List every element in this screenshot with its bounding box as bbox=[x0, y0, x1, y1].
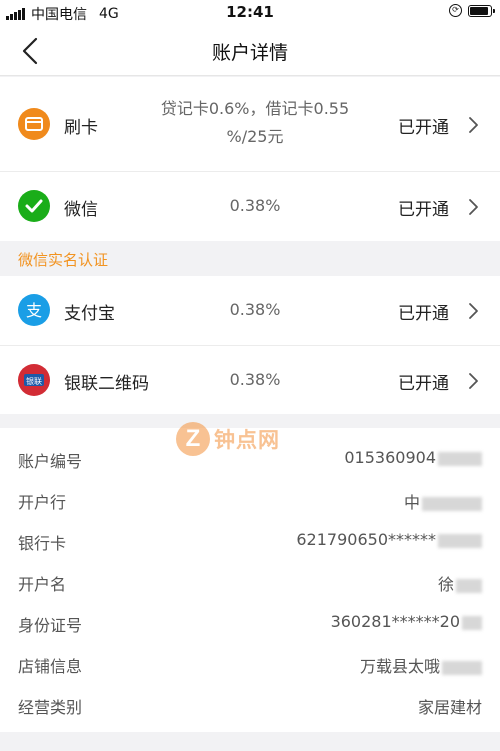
payment-status: 已开通 bbox=[398, 200, 449, 220]
payment-rate: 0.38% bbox=[229, 370, 281, 389]
info-row-account-name: 开户名 徐 bbox=[0, 561, 500, 602]
redacted-mask bbox=[438, 533, 482, 548]
redacted-mask bbox=[442, 660, 482, 675]
chevron-right-icon bbox=[469, 303, 478, 319]
alipay-icon: 支 bbox=[18, 294, 50, 326]
nav-bar: 账户详情 bbox=[0, 26, 500, 76]
payment-row-card[interactable]: 刷卡 贷记卡0.6%，借记卡0.55 %/25元 已开通 bbox=[0, 77, 500, 171]
payment-rate: 0.38% bbox=[229, 196, 281, 215]
rotation-lock-icon: ⟳ bbox=[449, 4, 462, 17]
payment-row-unionpay[interactable]: 银联 银联二维码 0.38% 已开通 bbox=[0, 346, 500, 414]
payment-name: 银联二维码 bbox=[64, 374, 149, 394]
redacted-mask bbox=[462, 615, 482, 630]
unionpay-icon: 银联 bbox=[18, 364, 50, 396]
payment-name: 支付宝 bbox=[64, 304, 115, 324]
page-title: 账户详情 bbox=[211, 42, 288, 64]
info-row-id-number: 身份证号 360281******20 bbox=[0, 602, 500, 643]
battery-icon bbox=[468, 4, 495, 17]
info-row-business-type: 经营类别 家居建材 bbox=[18, 698, 482, 717]
payment-status: 已开通 bbox=[398, 374, 449, 394]
payment-rate: 贷记卡0.6%，借记卡0.55 %/25元 bbox=[160, 99, 350, 146]
payment-name: 微信 bbox=[64, 200, 98, 220]
card-icon bbox=[18, 108, 50, 140]
payment-rate: 0.38% bbox=[229, 300, 281, 319]
svg-text:支: 支 bbox=[26, 301, 42, 320]
payment-status: 已开通 bbox=[398, 304, 449, 324]
section-header-wechat-verify[interactable]: 微信实名认证 bbox=[0, 241, 500, 276]
payment-row-wechat[interactable]: 微信 0.38% 已开通 bbox=[0, 172, 500, 241]
status-bar: 中国电信 4G 12:41 ⟳ bbox=[0, 0, 500, 26]
info-row-store: 店铺信息 万载县太哦 bbox=[0, 643, 500, 684]
account-info-panel: 账户编号 015360904 开户行 中 银行卡 621790650******… bbox=[0, 428, 500, 732]
clock: 12:41 bbox=[226, 3, 274, 21]
watermark-text: 钟点网 bbox=[214, 428, 280, 452]
chevron-right-icon bbox=[469, 199, 478, 215]
payment-row-alipay[interactable]: 支 支付宝 0.38% 已开通 bbox=[0, 276, 500, 345]
redacted-mask bbox=[422, 496, 482, 511]
watermark-mark: Z bbox=[176, 422, 210, 456]
payment-name: 刷卡 bbox=[64, 118, 98, 138]
info-row-bank: 开户行 中 bbox=[0, 479, 500, 520]
info-row-bank-card: 银行卡 621790650****** bbox=[0, 520, 500, 561]
wechat-icon bbox=[18, 190, 50, 222]
watermark-logo: Z 钟点网 bbox=[176, 422, 280, 456]
redacted-mask bbox=[456, 578, 482, 593]
chevron-right-icon bbox=[469, 373, 478, 389]
svg-text:银联: 银联 bbox=[26, 376, 42, 386]
payment-status: 已开通 bbox=[398, 118, 449, 138]
redacted-mask bbox=[438, 451, 482, 466]
chevron-right-icon bbox=[469, 117, 478, 133]
section-title: 微信实名认证 bbox=[18, 251, 109, 269]
